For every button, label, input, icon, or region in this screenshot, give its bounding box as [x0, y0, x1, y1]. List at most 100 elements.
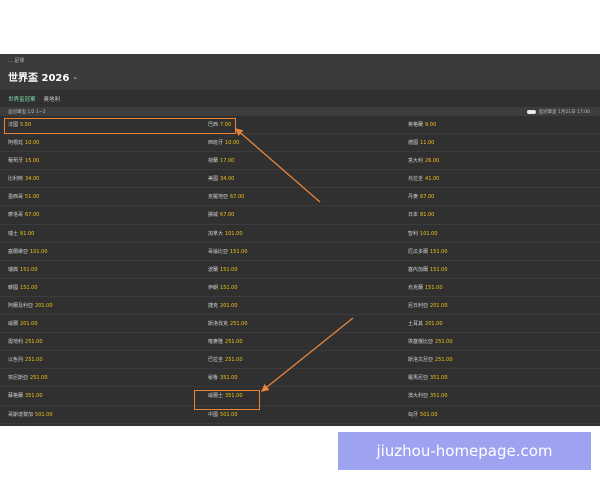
odds-value: 251.00 [435, 357, 453, 364]
odds-selection[interactable]: 阿爾及利亞 201.00 [8, 302, 53, 309]
team-name: 土耳其 [408, 321, 424, 328]
odds-selection[interactable]: 威爾 201.00 [8, 320, 38, 327]
team-name: 塞爾維亞 [8, 248, 29, 255]
odds-selection[interactable]: 葡萄牙 15.00 [8, 157, 39, 164]
odds-selection[interactable]: 德國 11.00 [408, 139, 434, 146]
odds-value: 9.00 [425, 122, 437, 128]
odds-selection[interactable]: 塞爾維亞 101.00 [8, 248, 48, 255]
odds-value: 101.00 [420, 230, 438, 237]
team-name: 喀麥隆 [208, 339, 224, 346]
odds-selection[interactable]: 英格蘭 9.00 [408, 121, 436, 128]
odds-selection[interactable]: 土耳其 201.00 [408, 320, 443, 327]
odds-value: 81.00 [20, 230, 35, 237]
odds-value: 67.00 [420, 194, 435, 201]
team-name: 塞內加爾 [408, 266, 429, 273]
team-name: 墨西哥 [8, 194, 24, 201]
team-name: 哥斯達黎加 [8, 411, 34, 418]
odds-selection[interactable]: 斯洛伐克 251.00 [208, 320, 248, 327]
odds-selection[interactable]: 秘魯 351.00 [208, 374, 238, 381]
odds-selection[interactable]: 韓國 151.00 [8, 284, 38, 291]
team-name: 智利 [408, 230, 419, 237]
odds-selection[interactable]: 中國 501.00 [208, 411, 238, 418]
odds-value: 151.00 [20, 266, 38, 273]
odds-value: 201.00 [425, 321, 443, 328]
highlight-box-china [194, 390, 260, 410]
table-row: 瑞典 151.00 波蘭 151.00 塞內加爾 151.00 [0, 261, 600, 279]
team-name: 英格蘭 [408, 122, 424, 128]
odds-value: 34.00 [25, 176, 40, 183]
odds-selection[interactable]: 波蘭 151.00 [208, 266, 238, 273]
tab-outright[interactable]: 世界盃冠軍 [8, 95, 36, 103]
odds-selection[interactable]: 匈牙 501.00 [408, 411, 438, 418]
team-name: 伊朗 [208, 284, 219, 291]
odds-value: 251.00 [230, 321, 248, 328]
odds-selection[interactable]: 丹麥 67.00 [408, 193, 434, 200]
team-name: 中國 [208, 411, 219, 418]
odds-selection[interactable]: 西班牙 10.00 [208, 139, 239, 146]
team-name: 克羅地亞 [208, 194, 229, 201]
odds-selection[interactable]: 烏拉圭 41.00 [408, 175, 439, 182]
odds-value: 67.00 [230, 194, 245, 201]
odds-value: 251.00 [25, 339, 43, 346]
table-row: 墨西哥 51.00 克羅地亞 67.00 丹麥 67.00 [0, 188, 600, 207]
odds-selection[interactable]: 突尼斯亞 251.00 [8, 374, 48, 381]
odds-selection[interactable]: 捷克 201.00 [208, 302, 238, 309]
odds-value: 41.00 [425, 176, 440, 183]
team-name: 匈牙 [408, 411, 419, 418]
odds-selection[interactable]: 伊朗 151.00 [208, 284, 238, 291]
team-name: 阿爾及利亞 [8, 302, 34, 309]
team-name: 韓國 [8, 284, 19, 291]
team-name: 荷蘭 [208, 158, 219, 165]
odds-selection[interactable]: 澳大利亞 351.00 [408, 392, 448, 399]
odds-selection[interactable]: 埃塞俄比亞 251.00 [408, 338, 453, 345]
odds-selection[interactable]: 烏克蘭 151.00 [408, 284, 443, 291]
odds-value: 251.00 [30, 375, 48, 382]
page-header[interactable]: 世界盃 2026 ⌄ [8, 69, 78, 85]
odds-selection[interactable]: 哥倫比亞 151.00 [208, 248, 248, 255]
market-name: 盃冠軍盃 1/2 1~2 [8, 110, 46, 115]
odds-selection[interactable]: 尼日利亞 201.00 [408, 302, 448, 309]
odds-value: 10.00 [25, 140, 40, 147]
table-row: 阿根廷 10.00 西班牙 10.00 德國 11.00 [0, 134, 600, 153]
team-name: 埃塞俄比亞 [408, 339, 434, 346]
odds-selection[interactable]: 智利 101.00 [408, 230, 438, 237]
odds-selection[interactable]: 塞內加爾 151.00 [408, 266, 448, 273]
odds-selection[interactable]: 羅馬尼亞 351.00 [408, 374, 448, 381]
odds-selection[interactable]: 日本 81.00 [408, 211, 434, 218]
team-name: 澳大利亞 [408, 393, 429, 400]
odds-selection[interactable]: 喀麥隆 251.00 [208, 338, 243, 345]
odds-selection[interactable]: 瑞典 151.00 [8, 266, 38, 273]
odds-selection[interactable]: 蘇格蘭 351.00 [8, 392, 43, 399]
tab-secondary[interactable]: 奥地利 [44, 95, 61, 103]
table-row: 葡萄牙 15.00 荷蘭 17.00 意大利 26.00 [0, 152, 600, 171]
odds-selection[interactable]: 奧地利 251.00 [8, 338, 43, 345]
odds-selection[interactable]: 巴拉圭 251.00 [208, 356, 243, 363]
odds-selection[interactable]: 斯洛文尼亞 251.00 [408, 356, 453, 363]
team-name: 斯洛伐克 [208, 321, 229, 328]
odds-selection[interactable]: 瑞士 81.00 [8, 230, 34, 237]
odds-selection[interactable]: 哥斯達黎加 501.00 [8, 411, 53, 418]
odds-selection[interactable]: 美國 34.00 [208, 175, 234, 182]
odds-selection[interactable]: 挪威 67.00 [208, 211, 234, 218]
breadcrumb[interactable]: ... 足球 [8, 57, 24, 64]
team-name: 德國 [408, 140, 419, 147]
team-name: 哥倫比亞 [208, 248, 229, 255]
toggle-switch[interactable] [526, 110, 536, 114]
odds-selection[interactable]: 摩洛哥 67.00 [8, 211, 39, 218]
odds-value: 251.00 [435, 339, 453, 346]
table-row: 奧地利 251.00 喀麥隆 251.00 埃塞俄比亞 251.00 [0, 333, 600, 352]
odds-selection[interactable]: 以色列 251.00 [8, 356, 43, 363]
odds-selection[interactable]: 意大利 26.00 [408, 157, 439, 164]
table-row: 摩洛哥 67.00 挪威 67.00 日本 81.00 [0, 206, 600, 225]
odds-selection[interactable]: 厄瓜多爾 151.00 [408, 248, 448, 255]
odds-selection[interactable]: 克羅地亞 67.00 [208, 193, 244, 200]
chevron-down-icon[interactable]: ⌄ [72, 73, 78, 81]
odds-selection[interactable]: 加拿大 101.00 [208, 230, 243, 237]
odds-selection[interactable]: 荷蘭 17.00 [208, 157, 234, 164]
team-name: 加拿大 [208, 230, 224, 237]
table-row: 蘇格蘭 351.00 威爾士 351.00 澳大利亞 351.00 [0, 387, 600, 406]
team-name: 威爾 [8, 321, 19, 328]
odds-selection[interactable]: 阿根廷 10.00 [8, 139, 39, 146]
odds-selection[interactable]: 比利時 34.00 [8, 175, 39, 182]
odds-selection[interactable]: 墨西哥 51.00 [8, 193, 39, 200]
